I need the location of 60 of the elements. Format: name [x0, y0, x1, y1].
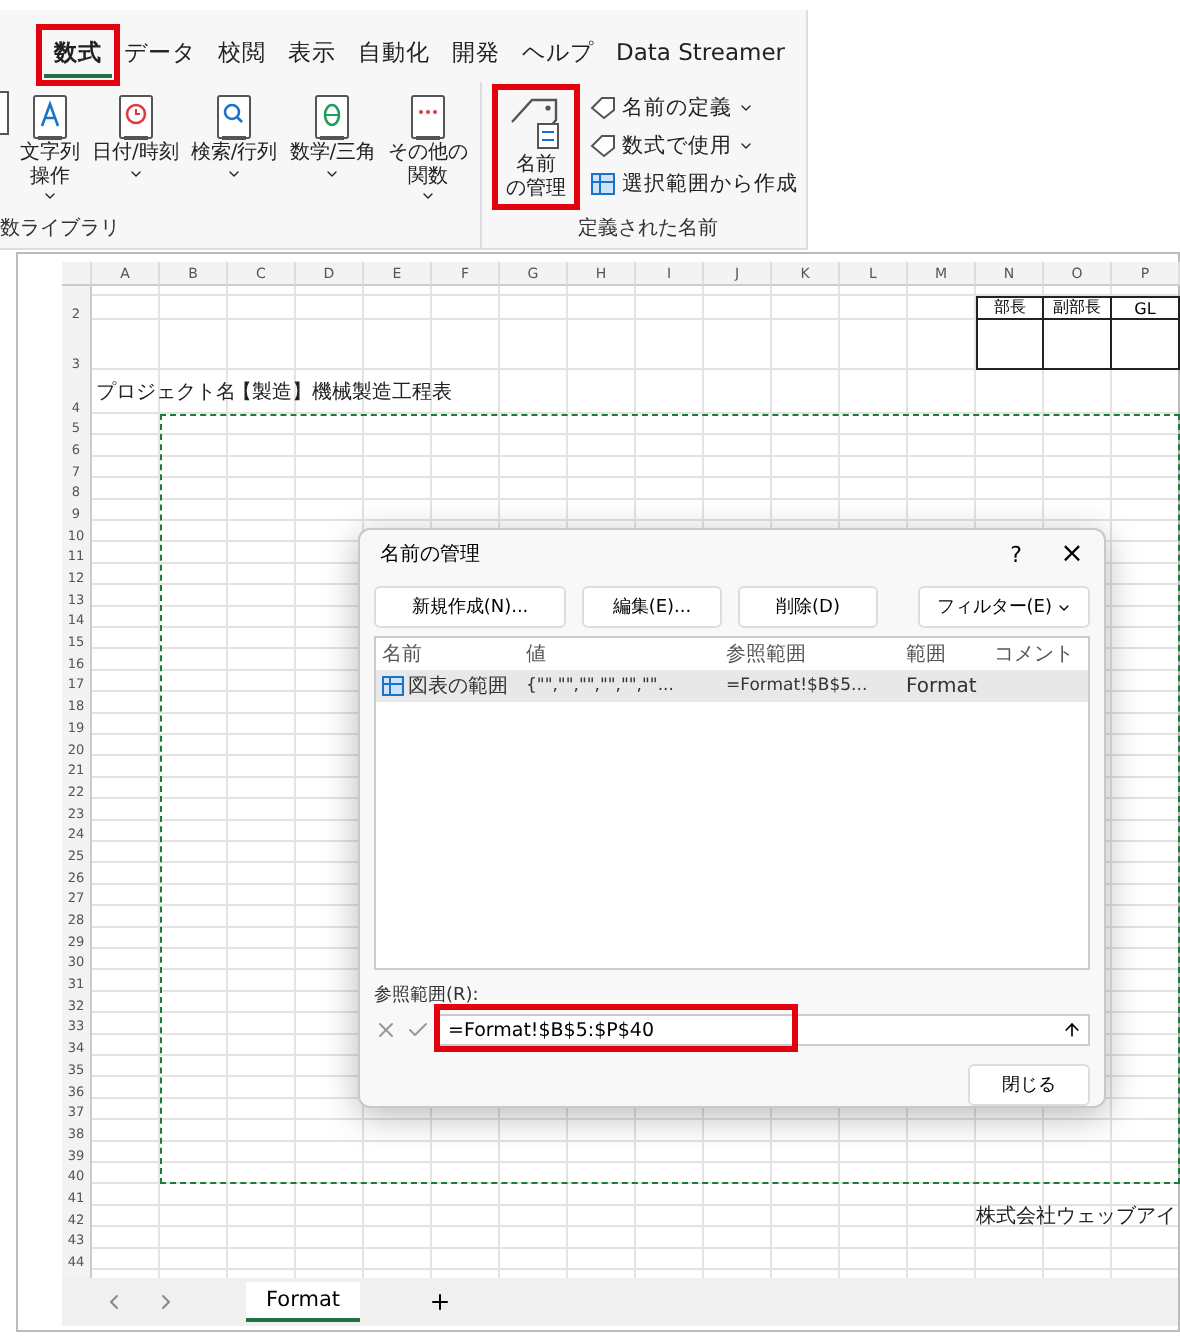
ribbon-button[interactable]: 数学/三角 — [285, 90, 381, 185]
select-all-corner[interactable] — [62, 262, 92, 286]
dialog-button[interactable]: 新規作成(N)... — [374, 586, 566, 629]
ribbon-tab[interactable]: データ — [114, 31, 206, 77]
signature-cell — [976, 318, 1044, 370]
table-cell: GL — [1110, 296, 1180, 320]
book-icon — [214, 94, 255, 142]
add-sheet-icon[interactable] — [428, 1289, 453, 1313]
ribbon-tab[interactable]: 開発 — [442, 31, 510, 77]
dialog-button[interactable]: 削除(D) — [738, 586, 878, 629]
table-cell-text: 【製造】機械製造工程表 — [232, 379, 454, 408]
list-cell: {"","","","","",""... — [526, 676, 674, 697]
ribbon-button[interactable]: 検索/行列 — [186, 90, 282, 185]
list-header[interactable]: コメント — [988, 640, 1088, 669]
book-icon — [30, 94, 70, 142]
group-label: 数ライブラリ — [0, 215, 122, 244]
check-icon[interactable] — [406, 1018, 430, 1042]
help-button[interactable]: ? — [998, 541, 1034, 568]
close-button[interactable]: × — [1054, 538, 1090, 571]
ribbon-tab[interactable]: 校閲 — [208, 31, 276, 77]
list-cell: Format — [906, 675, 977, 698]
dialog-title: 名前の管理 — [378, 542, 482, 569]
ribbon-tab[interactable]: Data Streamer — [606, 32, 796, 76]
ribbon-tab[interactable]: ヘルプ — [512, 31, 604, 77]
name-manager-button[interactable]: 名前 の管理 — [498, 90, 575, 204]
book-icon — [115, 94, 156, 142]
row-header[interactable] — [62, 286, 92, 296]
table-cell-text: プロジェクト名 — [94, 379, 228, 408]
list-row[interactable]: 図表の範囲 {"","","","","",""... =Format!$B$5... Format — [376, 670, 1088, 703]
tag-icon — [590, 134, 617, 158]
sheet-tab[interactable]: Format — [246, 1281, 361, 1321]
ribbon-menu-button[interactable]: 選択範囲から作成 — [590, 170, 799, 198]
table-icon — [382, 676, 404, 697]
list-header[interactable]: 名前 — [376, 640, 520, 669]
list-header[interactable]: 参照範囲 — [720, 640, 900, 669]
list-cell: =Format!$B$5... — [726, 676, 868, 697]
dialog-close-button[interactable]: 閉じる — [968, 1064, 1090, 1106]
ribbon-button[interactable]: 日付/時刻 — [88, 90, 183, 185]
filter-button[interactable]: フィルター(E) — [918, 586, 1090, 629]
list-header[interactable]: 範囲 — [900, 640, 988, 669]
book-icon — [312, 94, 353, 142]
ribbon-menu-button[interactable]: 数式で使用 — [590, 132, 799, 160]
book-icon — [408, 94, 449, 142]
ribbon-tab[interactable]: 自動化 — [348, 31, 440, 77]
group-label: 定義された名前 — [576, 215, 721, 244]
cancel-icon[interactable] — [374, 1018, 398, 1042]
reference-field[interactable]: =Format!$B$5:$P$40 — [438, 1014, 1090, 1046]
ribbon-button[interactable]: その他の 関数 — [384, 90, 473, 208]
tag-icon — [508, 94, 565, 154]
dialog-button[interactable]: 編集(E)... — [582, 586, 722, 629]
field-label: 参照範囲(R): — [374, 983, 481, 1008]
tag-icon — [590, 96, 617, 120]
ribbon-button[interactable]: 文字列 操作 — [16, 90, 84, 208]
table-icon — [590, 172, 617, 196]
collapse-icon[interactable] — [1062, 1020, 1082, 1040]
list-header[interactable]: 値 — [520, 640, 720, 669]
table-cell-text: 株式会社ウェッブアイ — [974, 1204, 1178, 1227]
ribbon-menu-button[interactable]: 名前の定義 — [590, 94, 799, 122]
list-cell-text: 図表の範囲 — [408, 673, 508, 701]
ribbon-tab[interactable]: 表示 — [278, 31, 346, 77]
